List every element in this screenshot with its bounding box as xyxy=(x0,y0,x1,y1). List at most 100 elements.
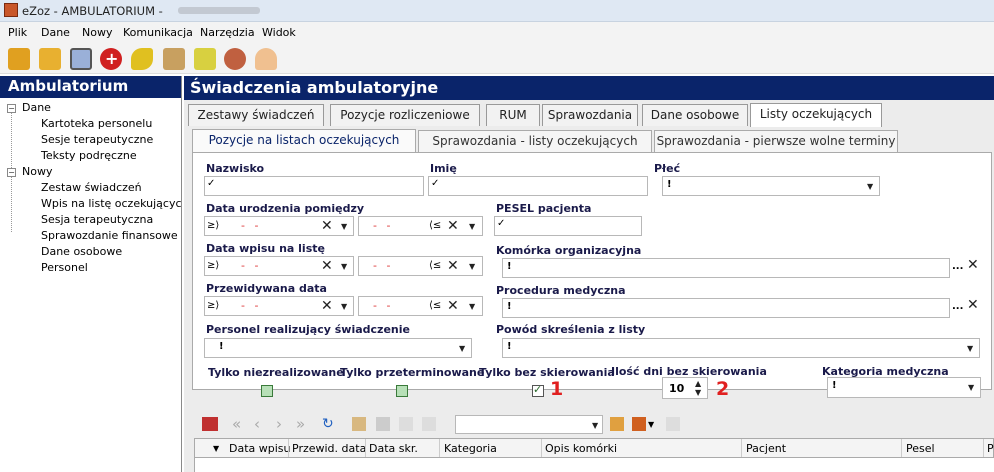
tree-item-sprawozdanie[interactable]: Sprawozdanie finansowe xyxy=(41,229,178,245)
imie-field[interactable]: ✓ xyxy=(428,176,648,196)
col-pesel[interactable]: Pesel xyxy=(906,442,935,455)
powod-select[interactable]: ! ▼ xyxy=(502,338,980,358)
browse-button[interactable]: ... xyxy=(952,261,963,272)
spin-down-icon[interactable]: ▼ xyxy=(695,388,701,397)
personel-label: Personel realizujący świadczenie xyxy=(206,323,410,336)
new-record-icon[interactable] xyxy=(8,48,30,70)
col-pacjent[interactable]: Pacjent xyxy=(746,442,786,455)
subtab-pozycje[interactable]: Pozycje na listach oczekujących xyxy=(192,129,416,153)
first-page-icon[interactable]: « xyxy=(232,415,241,433)
export-icon[interactable] xyxy=(610,417,624,431)
tree-item-sesja[interactable]: Sesja terapeutyczna xyxy=(41,213,153,229)
pesel-field[interactable]: ✓ xyxy=(494,216,642,236)
pills-icon[interactable] xyxy=(131,48,153,70)
collapse-icon[interactable]: − xyxy=(7,104,16,113)
browse-button[interactable]: ... xyxy=(952,301,963,312)
col-separator xyxy=(288,439,289,457)
tree-item-wpis[interactable]: Wpis na listę oczekujących xyxy=(41,197,181,213)
settings-icon[interactable] xyxy=(666,417,680,431)
clear-icon[interactable]: ✕ xyxy=(967,297,979,313)
folder-icon[interactable] xyxy=(39,48,61,70)
menu-widok[interactable]: Widok xyxy=(262,26,296,39)
clear-icon[interactable]: ✕ xyxy=(321,218,333,234)
edit-pen-icon[interactable] xyxy=(194,48,216,70)
tree-item-zestaw[interactable]: Zestaw świadczeń xyxy=(41,181,142,197)
next-page-icon[interactable]: › xyxy=(276,415,282,433)
clipboard-icon[interactable] xyxy=(163,48,185,70)
clear-icon[interactable]: ✕ xyxy=(447,298,459,314)
menu-plik[interactable]: Plik xyxy=(8,26,27,39)
nazwisko-field[interactable]: ✓ xyxy=(204,176,424,196)
tree-item-teksty[interactable]: Teksty podręczne xyxy=(41,149,137,165)
komorka-field[interactable]: ! xyxy=(502,258,950,278)
clear-icon[interactable]: ✕ xyxy=(967,257,979,273)
clear-icon[interactable]: ✕ xyxy=(447,218,459,234)
clear-icon[interactable]: ✕ xyxy=(321,298,333,314)
kategoria-select[interactable]: ! ▼ xyxy=(827,377,981,398)
data-wpisu-from[interactable]: ≥⟩ - - ✕ ▼ xyxy=(204,256,354,276)
tab-rum[interactable]: RUM xyxy=(486,104,540,126)
col-data-skr[interactable]: Data skr. xyxy=(369,442,418,455)
collapse-icon[interactable]: − xyxy=(7,168,16,177)
personel-select[interactable]: ! ▼ xyxy=(204,338,472,358)
chevron-down-icon[interactable]: ▼ xyxy=(648,420,654,429)
tab-zestawy[interactable]: Zestawy świadczeń xyxy=(188,104,324,126)
menu-komunikacja[interactable]: Komunikacja xyxy=(123,26,193,39)
chevron-down-icon: ▼ xyxy=(968,383,975,392)
data-urodzenia-to[interactable]: - - ⟨≤ ✕ ▼ xyxy=(358,216,483,236)
tylko-niezrealizowane-checkbox[interactable] xyxy=(261,385,273,397)
tylko-przeterminowane-checkbox[interactable] xyxy=(396,385,408,397)
grid-body[interactable] xyxy=(194,458,994,472)
users-icon[interactable] xyxy=(224,48,246,70)
edit-item-icon[interactable] xyxy=(376,417,390,431)
print-icon[interactable] xyxy=(422,417,436,431)
col-data-wpisu[interactable]: Data wpisu xyxy=(229,442,291,455)
chevron-down-icon: ▼ xyxy=(469,222,476,231)
subtab-sprawozdania-listy[interactable]: Sprawozdania - listy oczekujących xyxy=(418,130,652,152)
przewidywana-label: Przewidywana data xyxy=(206,282,327,295)
tab-dane-osobowe[interactable]: Dane osobowe xyxy=(642,104,748,126)
menu-narzedzia[interactable]: Narzędzia xyxy=(200,26,255,39)
filter-icon[interactable] xyxy=(202,417,218,431)
preview-icon[interactable] xyxy=(70,48,92,70)
columns-icon[interactable] xyxy=(632,417,646,431)
data-urodzenia-from[interactable]: ≥⟩ - - ✕ ▼ xyxy=(204,216,354,236)
spin-up-icon[interactable]: ▲ xyxy=(695,379,701,388)
data-wpisu-to[interactable]: - - ⟨≤ ✕ ▼ xyxy=(358,256,483,276)
col-p[interactable]: P xyxy=(987,442,994,455)
delete-item-icon[interactable] xyxy=(399,417,413,431)
przewidywana-from[interactable]: ≥⟩ - - ✕ ▼ xyxy=(204,296,354,316)
refresh-icon[interactable]: ↻ xyxy=(322,416,334,432)
tylko-bez-skierowania-checkbox[interactable] xyxy=(532,383,544,397)
person-icon[interactable] xyxy=(255,48,277,70)
subtab-sprawozdania-terminy[interactable]: Sprawozdania - pierwsze wolne terminy xyxy=(654,130,898,152)
col-opis-komorki[interactable]: Opis komórki xyxy=(545,442,617,455)
tab-pozycje[interactable]: Pozycje rozliczeniowe xyxy=(330,104,480,126)
menu-nowy[interactable]: Nowy xyxy=(82,26,112,39)
tree-item-personel[interactable]: Personel xyxy=(41,261,88,277)
procedura-field[interactable]: ! xyxy=(502,298,950,318)
plec-label: Płeć xyxy=(654,162,681,175)
przewidywana-to[interactable]: - - ⟨≤ ✕ ▼ xyxy=(358,296,483,316)
add-red-icon[interactable]: + xyxy=(100,48,122,70)
menu-dane[interactable]: Dane xyxy=(41,26,70,39)
new-item-icon[interactable] xyxy=(352,417,366,431)
last-page-icon[interactable]: » xyxy=(296,415,305,433)
col-przewid-data[interactable]: Przewid. data xyxy=(292,442,366,455)
tree-item-dane-osobowe[interactable]: Dane osobowe xyxy=(41,245,122,261)
grid-select[interactable]: ▼ xyxy=(455,415,603,434)
tree-item-kartoteka[interactable]: Kartoteka personelu xyxy=(41,117,152,133)
col-kategoria[interactable]: Kategoria xyxy=(444,442,497,455)
plec-select[interactable]: ! ▼ xyxy=(662,176,880,196)
ilosc-dni-stepper[interactable]: 10 ▲ ▼ xyxy=(662,377,708,399)
grid-header: ▼ Data wpisu Przewid. data Data skr. Kat… xyxy=(194,438,994,458)
prev-page-icon[interactable]: ‹ xyxy=(254,415,260,433)
nazwisko-label: Nazwisko xyxy=(206,162,265,175)
clear-icon[interactable]: ✕ xyxy=(447,258,459,274)
clear-icon[interactable]: ✕ xyxy=(321,258,333,274)
tab-listy-oczekujacych[interactable]: Listy oczekujących xyxy=(750,103,882,127)
sort-icon[interactable]: ▼ xyxy=(213,444,219,453)
match-icon: ✓ xyxy=(431,178,440,189)
tree-item-sesje[interactable]: Sesje terapeutyczne xyxy=(41,133,153,149)
tab-sprawozdania[interactable]: Sprawozdania xyxy=(542,104,638,126)
